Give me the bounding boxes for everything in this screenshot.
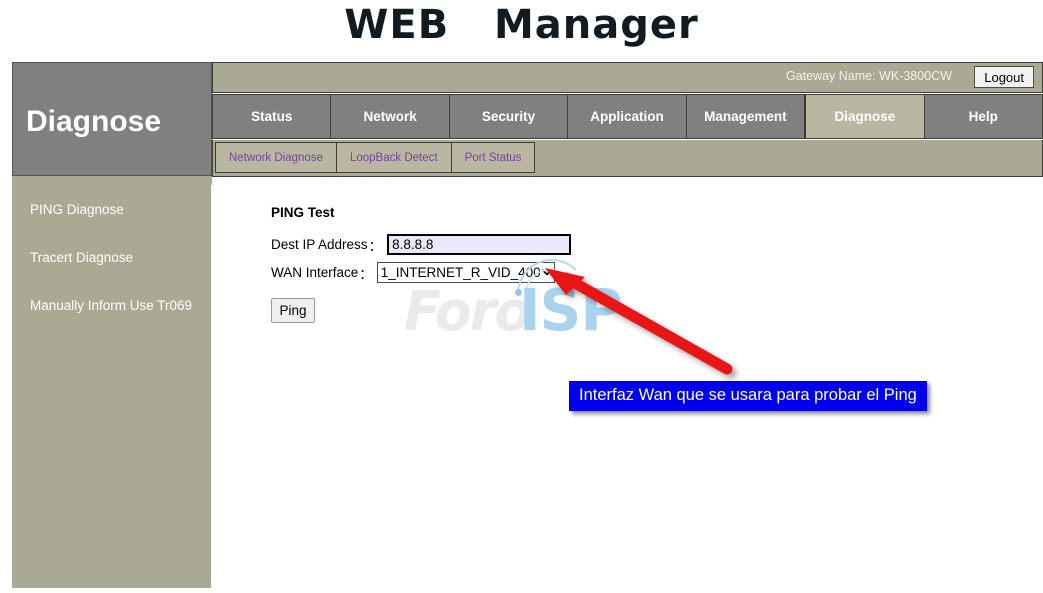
- tab-label: Application: [590, 109, 664, 124]
- wan-interface-select[interactable]: 1_INTERNET_R_VID_400: [376, 262, 555, 283]
- sidebar-menu: PING Diagnose Tracert Diagnose Manually …: [12, 186, 212, 330]
- tab-label: Help: [968, 109, 998, 124]
- sub-nav-group: Network Diagnose LoopBack Detect Port St…: [215, 142, 536, 173]
- tab-label: Diagnose: [834, 109, 896, 124]
- logout-button[interactable]: Logout: [974, 66, 1034, 88]
- sidebar-item-ping-diagnose[interactable]: PING Diagnose: [12, 186, 212, 234]
- tab-label: Management: [704, 109, 787, 124]
- subnav-item-network-diagnose[interactable]: Network Diagnose: [216, 143, 337, 172]
- sidebar-item-label: Tracert Diagnose: [30, 250, 134, 265]
- dest-ip-row: Dest IP Address ：: [271, 234, 572, 255]
- tab-status[interactable]: Status: [213, 95, 332, 138]
- sidebar-item-tracert-diagnose[interactable]: Tracert Diagnose: [12, 234, 212, 282]
- wan-interface-label: WAN Interface: [271, 265, 359, 280]
- tab-network[interactable]: Network: [331, 95, 450, 138]
- sidebar-item-label: Manually Inform Use Tr069: [30, 298, 193, 313]
- tab-management[interactable]: Management: [686, 95, 806, 138]
- dest-ip-label: Dest IP Address: [271, 237, 368, 252]
- page-frame: Diagnose PING Diagnose Tracert Diagnose …: [0, 56, 1043, 588]
- subnav-item-label: Network Diagnose: [229, 151, 323, 164]
- sidebar: Diagnose PING Diagnose Tracert Diagnose …: [12, 62, 212, 588]
- main-column: Gateway Name: WK-3800CW Logout Status Ne…: [211, 62, 1043, 588]
- main-nav: Status Network Security Application Mana…: [212, 94, 1043, 139]
- gateway-name-label: Gateway Name: WK-3800CW: [785, 69, 952, 83]
- sidebar-item-label: PING Diagnose: [30, 202, 124, 217]
- page-title: PING Test: [271, 205, 335, 220]
- tab-security[interactable]: Security: [449, 95, 569, 138]
- sidebar-item-manually-inform-tr069[interactable]: Manually Inform Use Tr069: [12, 282, 212, 330]
- wan-interface-row: WAN Interface ： 1_INTERNET_R_VID_400: [271, 262, 555, 283]
- wan-interface-selected-value: 1_INTERNET_R_VID_400: [380, 265, 540, 280]
- chevron-down-icon: [540, 269, 554, 276]
- tab-label: Network: [363, 109, 417, 124]
- sub-nav: Network Diagnose LoopBack Detect Port St…: [212, 140, 1043, 177]
- ping-button[interactable]: Ping: [271, 298, 315, 323]
- wan-interface-colon: ：: [359, 266, 373, 282]
- subnav-item-label: Port Status: [464, 151, 522, 164]
- subnav-item-loopback-detect[interactable]: LoopBack Detect: [336, 143, 452, 172]
- tab-diagnose[interactable]: Diagnose: [805, 95, 925, 138]
- dest-ip-colon: ：: [368, 238, 383, 254]
- tab-application[interactable]: Application: [568, 95, 687, 138]
- dest-ip-input[interactable]: [387, 234, 572, 255]
- tab-help[interactable]: Help: [924, 95, 1042, 138]
- app-title: WEB Manager: [344, 2, 699, 48]
- tab-label: Status: [251, 109, 293, 124]
- gateway-strip: Gateway Name: WK-3800CW Logout: [212, 62, 1043, 93]
- page-banner: WEB Manager: [0, 0, 1043, 56]
- tab-label: Security: [481, 109, 536, 124]
- content-panel: PING Test Dest IP Address ： WAN Interfac…: [211, 185, 1043, 588]
- sidebar-title: Diagnose: [26, 105, 162, 138]
- subnav-item-port-status[interactable]: Port Status: [451, 143, 535, 172]
- subnav-item-label: LoopBack Detect: [349, 151, 438, 164]
- sidebar-header: Diagnose: [12, 62, 212, 176]
